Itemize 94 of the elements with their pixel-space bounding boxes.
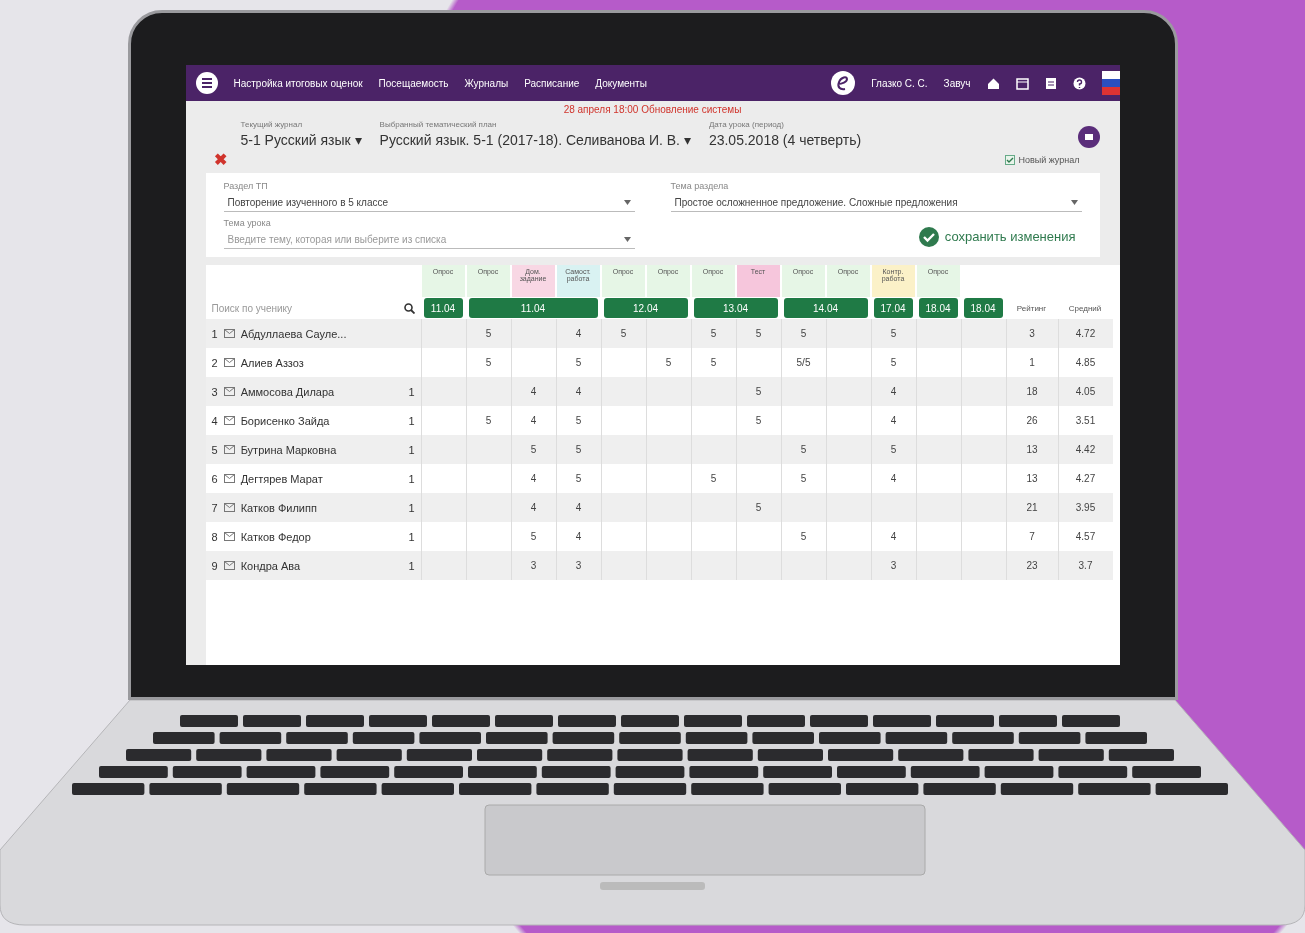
grade-cell: 4 (510, 377, 556, 406)
envelope-icon (223, 445, 235, 454)
selector-dropdown[interactable]: Русский язык. 5-1 (2017-18). Селиванова И. В. ▾ (379, 132, 691, 148)
menu-button[interactable] (195, 72, 218, 94)
grade-cell: 5 (690, 319, 736, 348)
rating-header: Рейтинг (1015, 303, 1048, 313)
rating-cell: 3 (1005, 319, 1058, 348)
average-header: Средний (1067, 303, 1103, 313)
grade-cell: 5 (465, 319, 511, 348)
nav-link[interactable]: Документы (595, 77, 647, 89)
rating-cell: 23 (1005, 551, 1058, 580)
envelope-icon (223, 416, 235, 425)
caret-icon (1070, 200, 1078, 205)
flag-icon[interactable] (1101, 71, 1120, 95)
caret-icon (623, 200, 631, 205)
student-search-field[interactable]: Поиск по ученику (211, 302, 404, 314)
menu-icon (200, 78, 213, 88)
new-journal-checkbox[interactable]: Новый журнал (1005, 154, 1080, 165)
average-cell: 3.95 (1057, 493, 1113, 522)
check-circle-icon (918, 226, 939, 247)
grade-cell: 5 (735, 377, 781, 406)
selector-dropdown[interactable]: 23.05.2018 (4 четверть) (708, 132, 862, 148)
student-row[interactable]: 5 Бутрина Марковна 1 (205, 435, 421, 464)
select-field[interactable]: Повторение изученного в 5 классе (227, 197, 624, 208)
envelope-icon (223, 358, 235, 367)
average-cell: 3.7 (1057, 551, 1113, 580)
nav-link[interactable]: Расписание (524, 77, 580, 89)
student-row[interactable]: 9 Кондра Ава 1 (205, 551, 421, 580)
grade-cell: 4 (555, 493, 601, 522)
student-row[interactable]: 3 Аммосова Дилара 1 (205, 377, 421, 406)
envelope-icon (223, 474, 235, 483)
average-cell: 4.72 (1057, 319, 1113, 348)
calendar-icon[interactable] (1015, 76, 1029, 90)
tray-icon (1083, 132, 1094, 142)
date-header[interactable]: 13.04 (693, 298, 778, 318)
grade-cell: 5 (735, 493, 781, 522)
average-cell: 4.05 (1057, 377, 1113, 406)
caret-icon (623, 237, 631, 242)
user-role: Завуч (943, 77, 971, 89)
date-header[interactable]: 17.04 (873, 298, 913, 318)
nav-link[interactable]: Журналы (464, 77, 509, 89)
grade-cell: 5 (780, 435, 826, 464)
date-header[interactable]: 14.04 (783, 298, 868, 318)
grade-cell: 5 (735, 319, 781, 348)
envelope-icon (223, 561, 235, 570)
system-notice: 28 апреля 18:00 Обновление системы (562, 103, 743, 117)
selector-label: Текущий журнал (240, 120, 304, 129)
select-field[interactable]: Простое осложненное предложение. Сложные предложения (674, 197, 1071, 208)
grade-cell: 4 (555, 319, 601, 348)
grade-cell: 5 (555, 435, 601, 464)
rating-cell: 21 (1005, 493, 1058, 522)
grade-cell: 5 (870, 319, 916, 348)
envelope-icon (223, 532, 235, 541)
field-label: Тема урока (223, 218, 272, 228)
grade-cell: 4 (555, 377, 601, 406)
select-field[interactable]: Введите тему, которая или выберите из списка (227, 234, 624, 245)
logo-icon (831, 71, 856, 95)
student-row[interactable]: 7 Катков Филипп 1 (205, 493, 421, 522)
grade-cell: 5 (510, 435, 556, 464)
field-label: Раздел ТП (223, 181, 269, 191)
rating-cell: 13 (1005, 435, 1058, 464)
grade-cell: 4 (510, 493, 556, 522)
date-header[interactable]: 12.04 (603, 298, 688, 318)
grade-cell: 3 (555, 551, 601, 580)
average-cell: 4.42 (1057, 435, 1113, 464)
nav-link[interactable]: Посещаемость (378, 77, 449, 89)
grade-cell: 4 (870, 377, 916, 406)
close-button[interactable]: ✖ (213, 150, 227, 169)
date-header[interactable]: 18.04 (963, 298, 1003, 318)
save-button[interactable]: сохранить изменения (912, 225, 1082, 248)
selector-label: Дата урока (период) (708, 120, 785, 129)
field-label: Тема раздела (670, 181, 730, 191)
help-icon[interactable] (1072, 76, 1086, 90)
selector-label: Выбранный тематический план (379, 120, 498, 129)
grade-cell: 5 (600, 319, 646, 348)
grade-cell: 5 (780, 319, 826, 348)
grade-cell: 3 (510, 551, 556, 580)
envelope-icon (223, 329, 235, 338)
grade-cell: 5 (870, 435, 916, 464)
rating-cell: 18 (1005, 377, 1058, 406)
date-header[interactable]: 18.04 (918, 298, 958, 318)
selector-dropdown[interactable]: 5-1 Русский язык ▾ (240, 132, 362, 148)
nav-link[interactable]: Настройка итоговых оценок (233, 77, 363, 89)
user-name: Глазко С. С. (871, 77, 928, 89)
student-row[interactable]: 1 Абдуллаева Сауле... (205, 319, 421, 348)
envelope-icon (223, 387, 235, 396)
document-icon[interactable] (1044, 76, 1057, 90)
grade-cell: 3 (870, 551, 916, 580)
date-header[interactable]: 11.04 (468, 298, 598, 318)
envelope-icon (223, 503, 235, 512)
date-header[interactable]: 11.04 (423, 298, 463, 318)
home-icon[interactable] (986, 76, 1000, 90)
search-icon (403, 302, 415, 314)
print-button[interactable] (1077, 126, 1100, 148)
